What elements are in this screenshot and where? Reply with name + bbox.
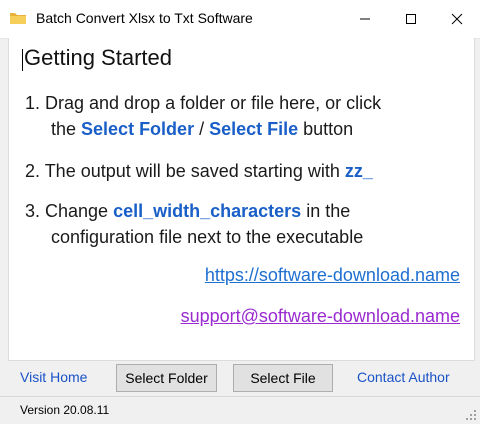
drop-zone[interactable]: Getting Started 1. Drag and drop a folde…: [8, 38, 475, 361]
step-3-text: 3. Change: [25, 201, 114, 221]
step-1-the: the: [51, 119, 82, 139]
step-1-text: 1. Drag and drop a folder or file here, …: [25, 93, 382, 113]
status-bar: Version 20.08.11: [0, 396, 480, 424]
contact-author-link[interactable]: Contact Author: [357, 369, 450, 385]
setting-name: cell_width_characters: [113, 201, 302, 221]
visit-home-link[interactable]: Visit Home: [20, 369, 87, 385]
website-link[interactable]: https://software-download.name: [205, 265, 460, 286]
step-1-slash: /: [194, 119, 210, 139]
text-cursor: [22, 49, 23, 71]
step-3-line-2: configuration file next to the executabl…: [51, 227, 364, 247]
close-icon: [451, 13, 463, 25]
close-button[interactable]: [434, 0, 480, 38]
resize-grip-icon[interactable]: [465, 409, 477, 421]
window-title: Batch Convert Xlsx to Txt Software: [36, 10, 253, 26]
select-folder-hint: Select Folder: [81, 119, 195, 139]
select-folder-button[interactable]: Select Folder: [116, 364, 217, 392]
step-1: 1. Drag and drop a folder or file here, …: [25, 90, 381, 116]
version-label: Version 20.08.11: [20, 403, 110, 417]
support-email-link[interactable]: support@software-download.name: [181, 306, 460, 327]
step-2: 2. The output will be saved starting wit…: [25, 158, 373, 184]
select-file-hint: Select File: [209, 119, 299, 139]
step-1-button-word: button: [298, 119, 354, 139]
page-title: Getting Started: [24, 45, 172, 70]
minimize-icon: [360, 18, 370, 20]
output-prefix: zz_: [344, 161, 373, 181]
maximize-button[interactable]: [388, 0, 434, 38]
bottom-bar: Visit Home Select Folder Select File Con…: [0, 361, 480, 396]
step-3: 3. Change cell_width_characters in the: [25, 198, 350, 224]
step-1-line-2: the Select Folder / Select File button: [51, 116, 353, 142]
folder-icon: [10, 13, 26, 24]
step-2-text: 2. The output will be saved starting wit…: [25, 161, 345, 181]
minimize-button[interactable]: [342, 0, 388, 38]
step-3-in-the: in the: [301, 201, 351, 221]
title-bar: Batch Convert Xlsx to Txt Software: [0, 0, 480, 39]
maximize-icon: [406, 14, 416, 24]
select-file-button[interactable]: Select File: [233, 364, 333, 392]
